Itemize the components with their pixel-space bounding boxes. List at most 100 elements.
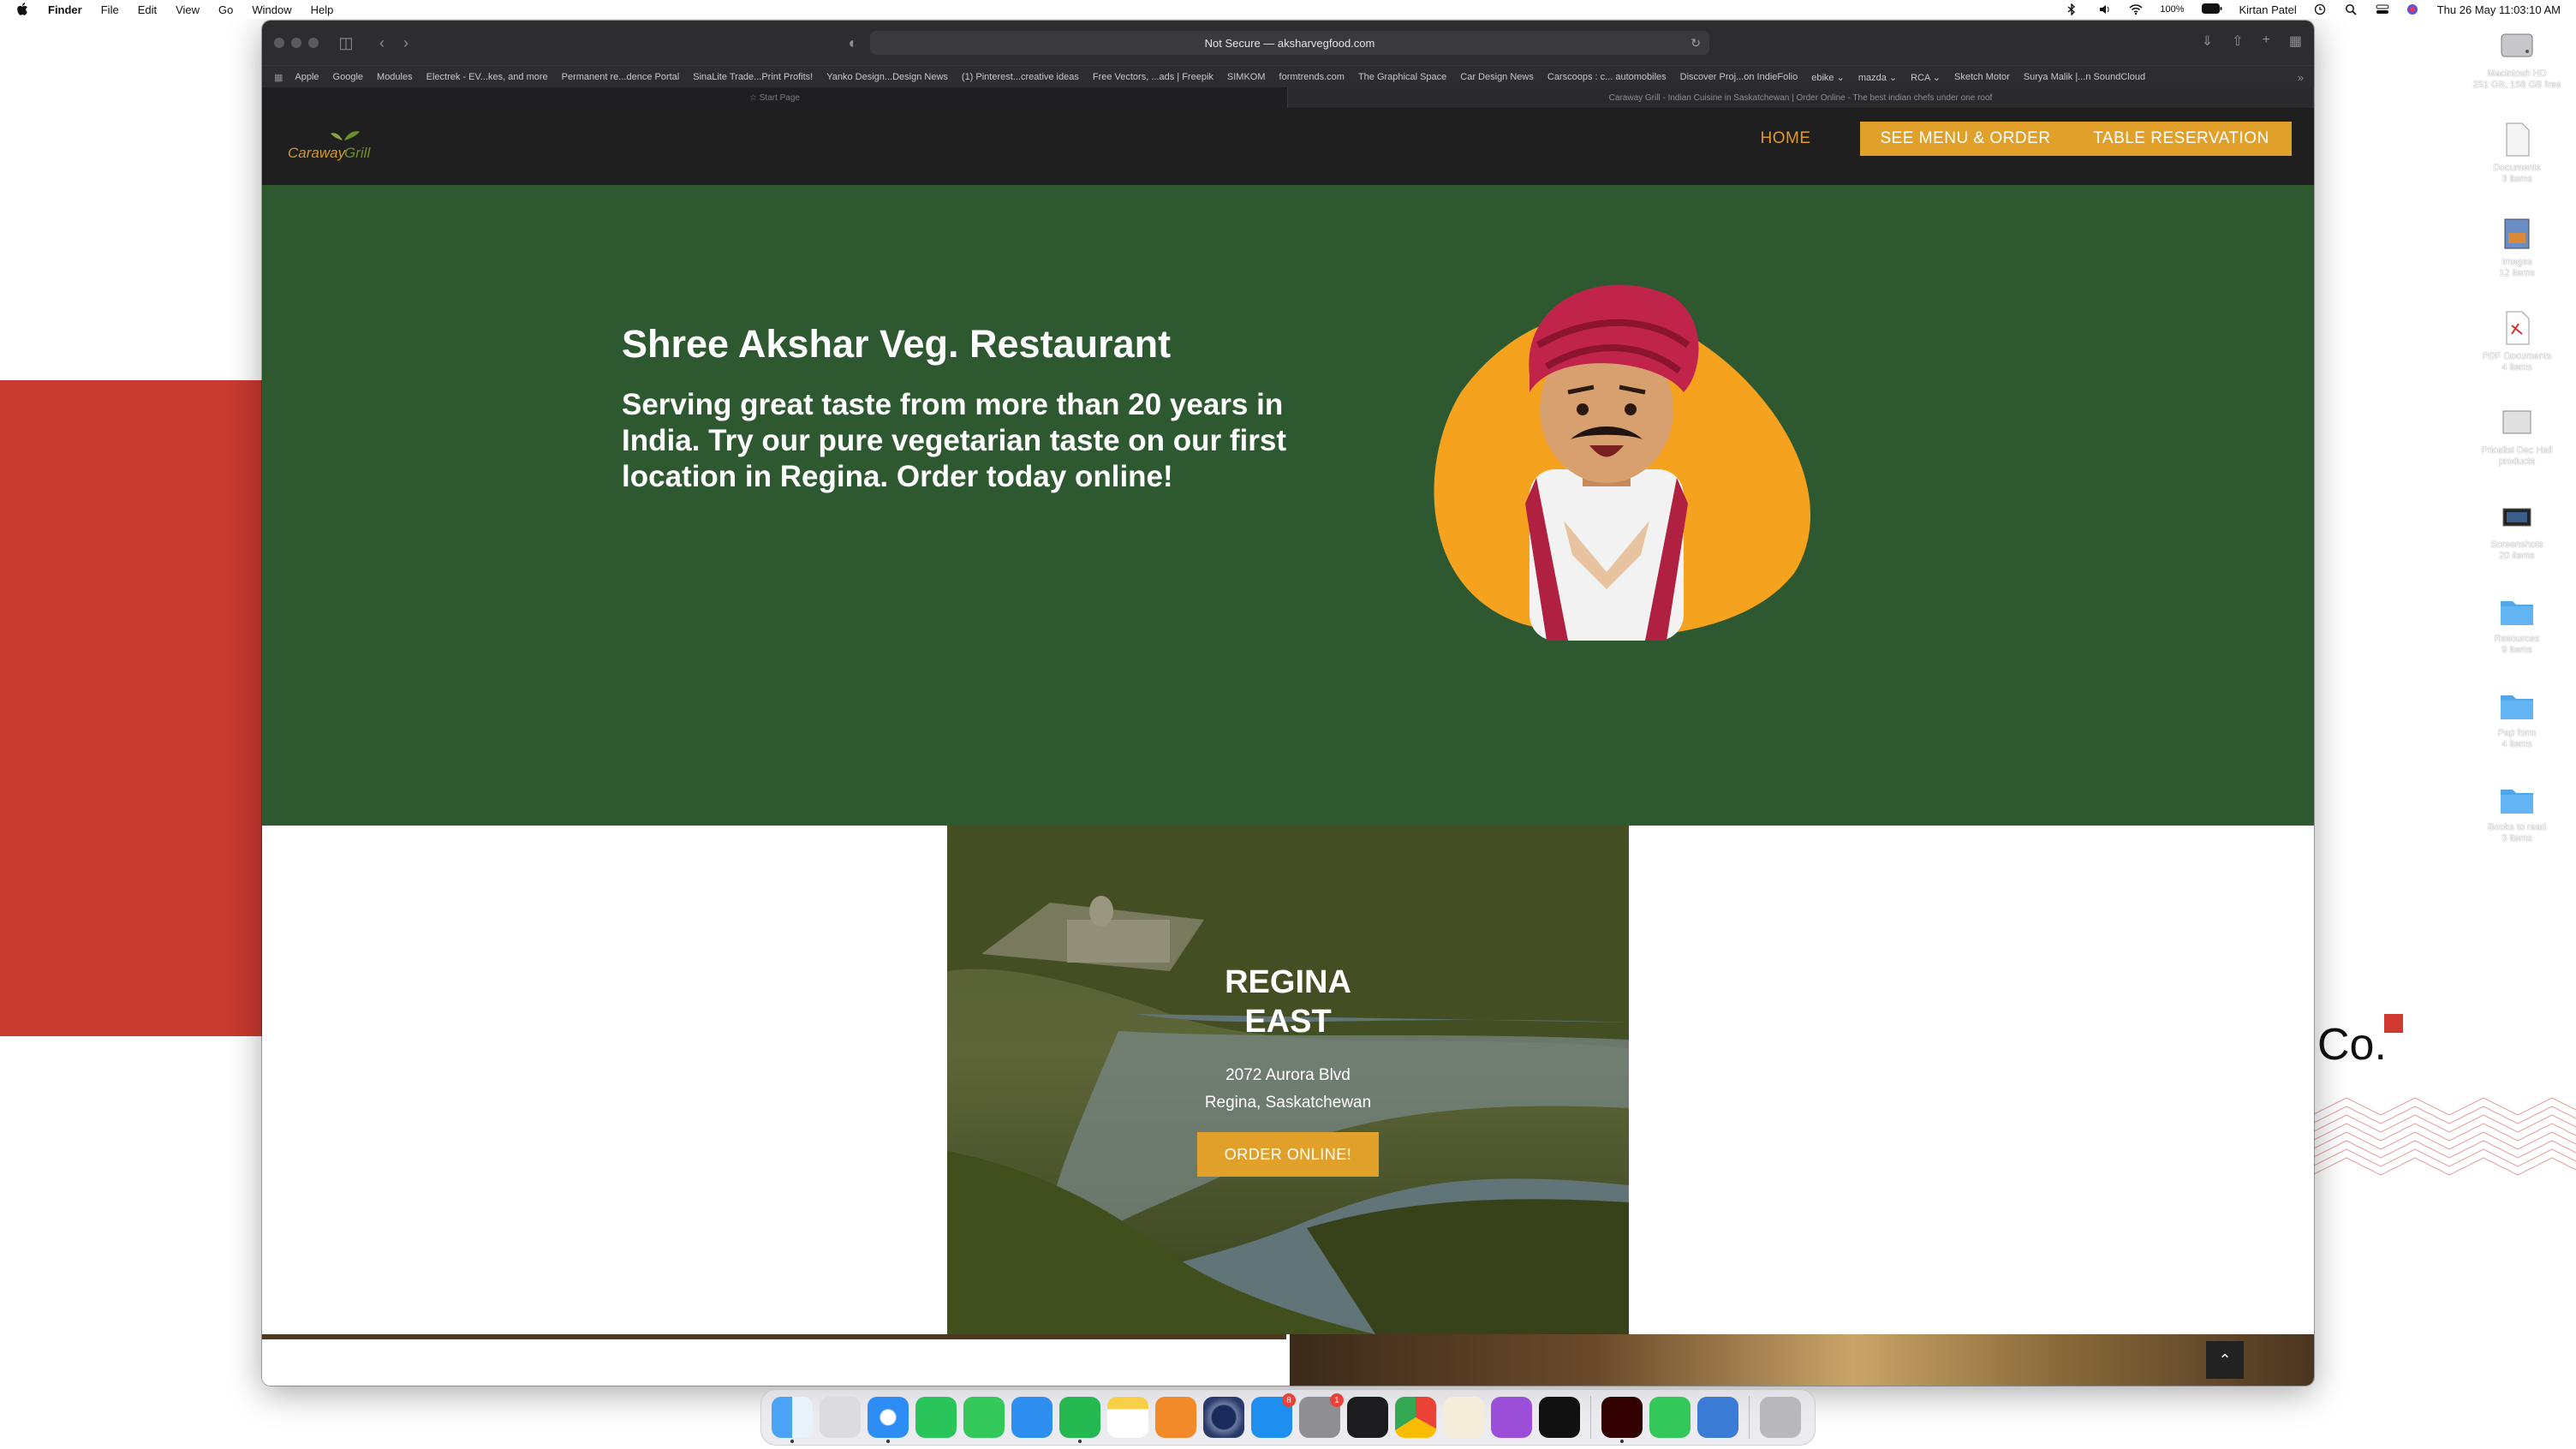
dock-illustrator-icon[interactable] [1601, 1397, 1643, 1443]
favorite-link[interactable]: Yanko Design...Design News [826, 72, 948, 82]
privacy-shield-icon[interactable]: ◐ [844, 34, 862, 52]
address-bar[interactable]: Not Secure — aksharvegfood.com ↻ [870, 31, 1709, 55]
dock-messages-icon[interactable] [963, 1397, 1005, 1438]
favorite-folder[interactable]: mazda ⌄ [1858, 72, 1897, 83]
more-favorites-icon[interactable]: » [2298, 71, 2304, 84]
dock-archive-icon[interactable] [1697, 1397, 1738, 1438]
dock-podcasts-icon[interactable] [1491, 1397, 1532, 1438]
wifi-icon[interactable] [2129, 3, 2143, 15]
favorite-link[interactable]: Surya Malik |...n SoundCloud [2024, 72, 2145, 82]
scroll-to-top-button[interactable]: ⌃ [2206, 1341, 2244, 1379]
favorite-link[interactable]: Electrek - EV...kes, and more [426, 72, 548, 82]
forward-icon[interactable]: › [397, 34, 414, 52]
favorite-link[interactable]: Discover Proj...on IndieFolio [1680, 72, 1798, 82]
dock-tv-icon[interactable] [1539, 1397, 1580, 1438]
downloads-icon[interactable]: ⇓ [2202, 33, 2213, 50]
back-icon[interactable]: ‹ [373, 34, 391, 52]
favorite-link[interactable]: SinaLite Trade...Print Profits! [693, 72, 813, 82]
menu-view[interactable]: View [176, 3, 200, 16]
dock-finder-icon[interactable] [772, 1397, 813, 1443]
browser-toolbar: ◫ ‹ › ◐ Not Secure — aksharvegfood.com ↻… [262, 21, 2314, 65]
desktop-icon-books[interactable]: Books to read 3 items [2458, 779, 2576, 865]
favorite-link[interactable]: Sketch Motor [1954, 72, 2010, 82]
close-window-button[interactable] [274, 38, 284, 48]
desktop-zigzag-pattern [2312, 1097, 2576, 1176]
menu-help[interactable]: Help [311, 3, 334, 16]
dock-chrome-icon[interactable] [1395, 1397, 1436, 1438]
favorites-grid-icon[interactable]: ▦ [274, 72, 283, 83]
favorite-link[interactable]: formtrends.com [1279, 72, 1345, 82]
desktop-icon-images[interactable]: Images 12 items [2458, 214, 2576, 300]
dock-system-preferences-icon[interactable]: 1 [1299, 1393, 1344, 1438]
favorite-link[interactable]: The Graphical Space [1358, 72, 1446, 82]
battery-icon[interactable] [2201, 3, 2222, 15]
desktop-icon-pdf[interactable]: PDF Documents 4 items [2458, 308, 2576, 394]
favorite-link[interactable]: Google [333, 72, 363, 82]
favorite-folder[interactable]: ebike ⌄ [1811, 72, 1845, 83]
volume-icon[interactable] [2098, 3, 2112, 15]
bluetooth-icon[interactable] [2067, 3, 2081, 16]
desktop-icon-screenshots[interactable]: Screenshots 20 items [2458, 497, 2576, 582]
caraway-grill-logo[interactable]: Caraway Grill [288, 130, 382, 164]
menu-window[interactable]: Window [252, 3, 291, 16]
favorite-link[interactable]: Modules [377, 72, 413, 82]
dock-launchpad-icon[interactable] [820, 1397, 861, 1438]
menu-go[interactable]: Go [218, 3, 233, 16]
dock-whatsapp-business-icon[interactable] [1059, 1397, 1100, 1443]
favorite-link[interactable]: Carscoops : c... automobiles [1547, 72, 1667, 82]
favorite-link[interactable]: Car Design News [1460, 72, 1534, 82]
dock-mail-icon[interactable] [1011, 1397, 1052, 1438]
time-machine-icon[interactable] [2314, 3, 2328, 15]
reload-icon[interactable]: ↻ [1690, 36, 1701, 51]
favorite-link[interactable]: SIMKOM [1227, 72, 1266, 82]
desktop-icon-documents[interactable]: Documents 3 items [2458, 120, 2576, 206]
favorite-link[interactable]: (1) Pinterest...creative ideas [962, 72, 1079, 82]
share-icon[interactable]: ⇧ [2232, 33, 2243, 50]
site-header: Caraway Grill HOME SEE MENU & ORDER TABL… [262, 108, 2314, 185]
nav-home-link[interactable]: HOME [1756, 122, 1816, 156]
dock-activity-monitor-icon[interactable] [1347, 1397, 1388, 1438]
control-center-icon[interactable] [2376, 3, 2389, 15]
dock-safari-icon[interactable] [868, 1397, 909, 1443]
desktop-icon-hd[interactable]: Macintosh HD 251 GB, 158 GB free [2458, 26, 2576, 111]
menu-edit[interactable]: Edit [138, 3, 157, 16]
see-menu-order-button[interactable]: SEE MENU & ORDER [1860, 122, 2071, 156]
dock-appstore-icon[interactable]: 8 [1251, 1393, 1296, 1438]
dock-notes-icon[interactable] [1107, 1397, 1148, 1438]
sidebar-toggle-icon[interactable]: ◫ [337, 34, 355, 52]
clock[interactable]: Thu 26 May 11:03:10 AM [2437, 3, 2561, 16]
desktop-icon-resources[interactable]: Resources 9 items [2458, 591, 2576, 677]
dock-whatsapp-icon[interactable] [915, 1397, 957, 1438]
menu-file[interactable]: File [101, 3, 119, 16]
order-online-button[interactable]: ORDER ONLINE! [1197, 1132, 1379, 1177]
desktop-icon-pricelist[interactable]: Pricelist Dec Hall products [2458, 402, 2576, 488]
favorite-link[interactable]: Free Vectors, ...ads | Freepik [1093, 72, 1213, 82]
favorite-folder[interactable]: RCA ⌄ [1911, 72, 1941, 83]
desktop-icon-sublabel: 4 items [2501, 362, 2532, 373]
dock: 8 1 [760, 1389, 1816, 1446]
dock-cinema4d-icon[interactable] [1203, 1397, 1244, 1438]
safari-window: ◫ ‹ › ◐ Not Secure — aksharvegfood.com ↻… [262, 21, 2314, 1386]
search-icon[interactable] [2345, 3, 2358, 15]
user-name[interactable]: Kirtan Patel [2239, 3, 2297, 16]
favorite-link[interactable]: Apple [295, 72, 319, 82]
zoom-window-button[interactable] [308, 38, 319, 48]
dock-trash-icon[interactable] [1760, 1397, 1801, 1438]
desktop-icon-pap[interactable]: Pap form 4 items [2458, 685, 2576, 771]
new-tab-icon[interactable]: + [2263, 33, 2270, 50]
tab-overview-icon[interactable]: ▦ [2289, 33, 2302, 50]
desktop-co-square [2384, 1014, 2403, 1033]
dock-facetime-icon[interactable] [1649, 1397, 1690, 1438]
apple-menu-icon[interactable] [15, 3, 29, 16]
dock-separator [1749, 1396, 1750, 1439]
favorite-link[interactable]: Permanent re...dence Portal [562, 72, 680, 82]
desktop-red-shape [0, 380, 262, 1036]
tab-start-page[interactable]: ☆ Start Page [262, 87, 1288, 108]
dock-script-editor-icon[interactable] [1443, 1397, 1484, 1438]
tab-caraway-grill[interactable]: Caraway Grill - Indian Cuisine in Saskat… [1288, 87, 2314, 108]
table-reservation-button[interactable]: TABLE RESERVATION [2071, 122, 2292, 156]
minimize-window-button[interactable] [291, 38, 301, 48]
menu-finder[interactable]: Finder [48, 3, 82, 16]
dock-books-icon[interactable] [1155, 1397, 1196, 1438]
siri-icon[interactable] [2406, 3, 2420, 15]
